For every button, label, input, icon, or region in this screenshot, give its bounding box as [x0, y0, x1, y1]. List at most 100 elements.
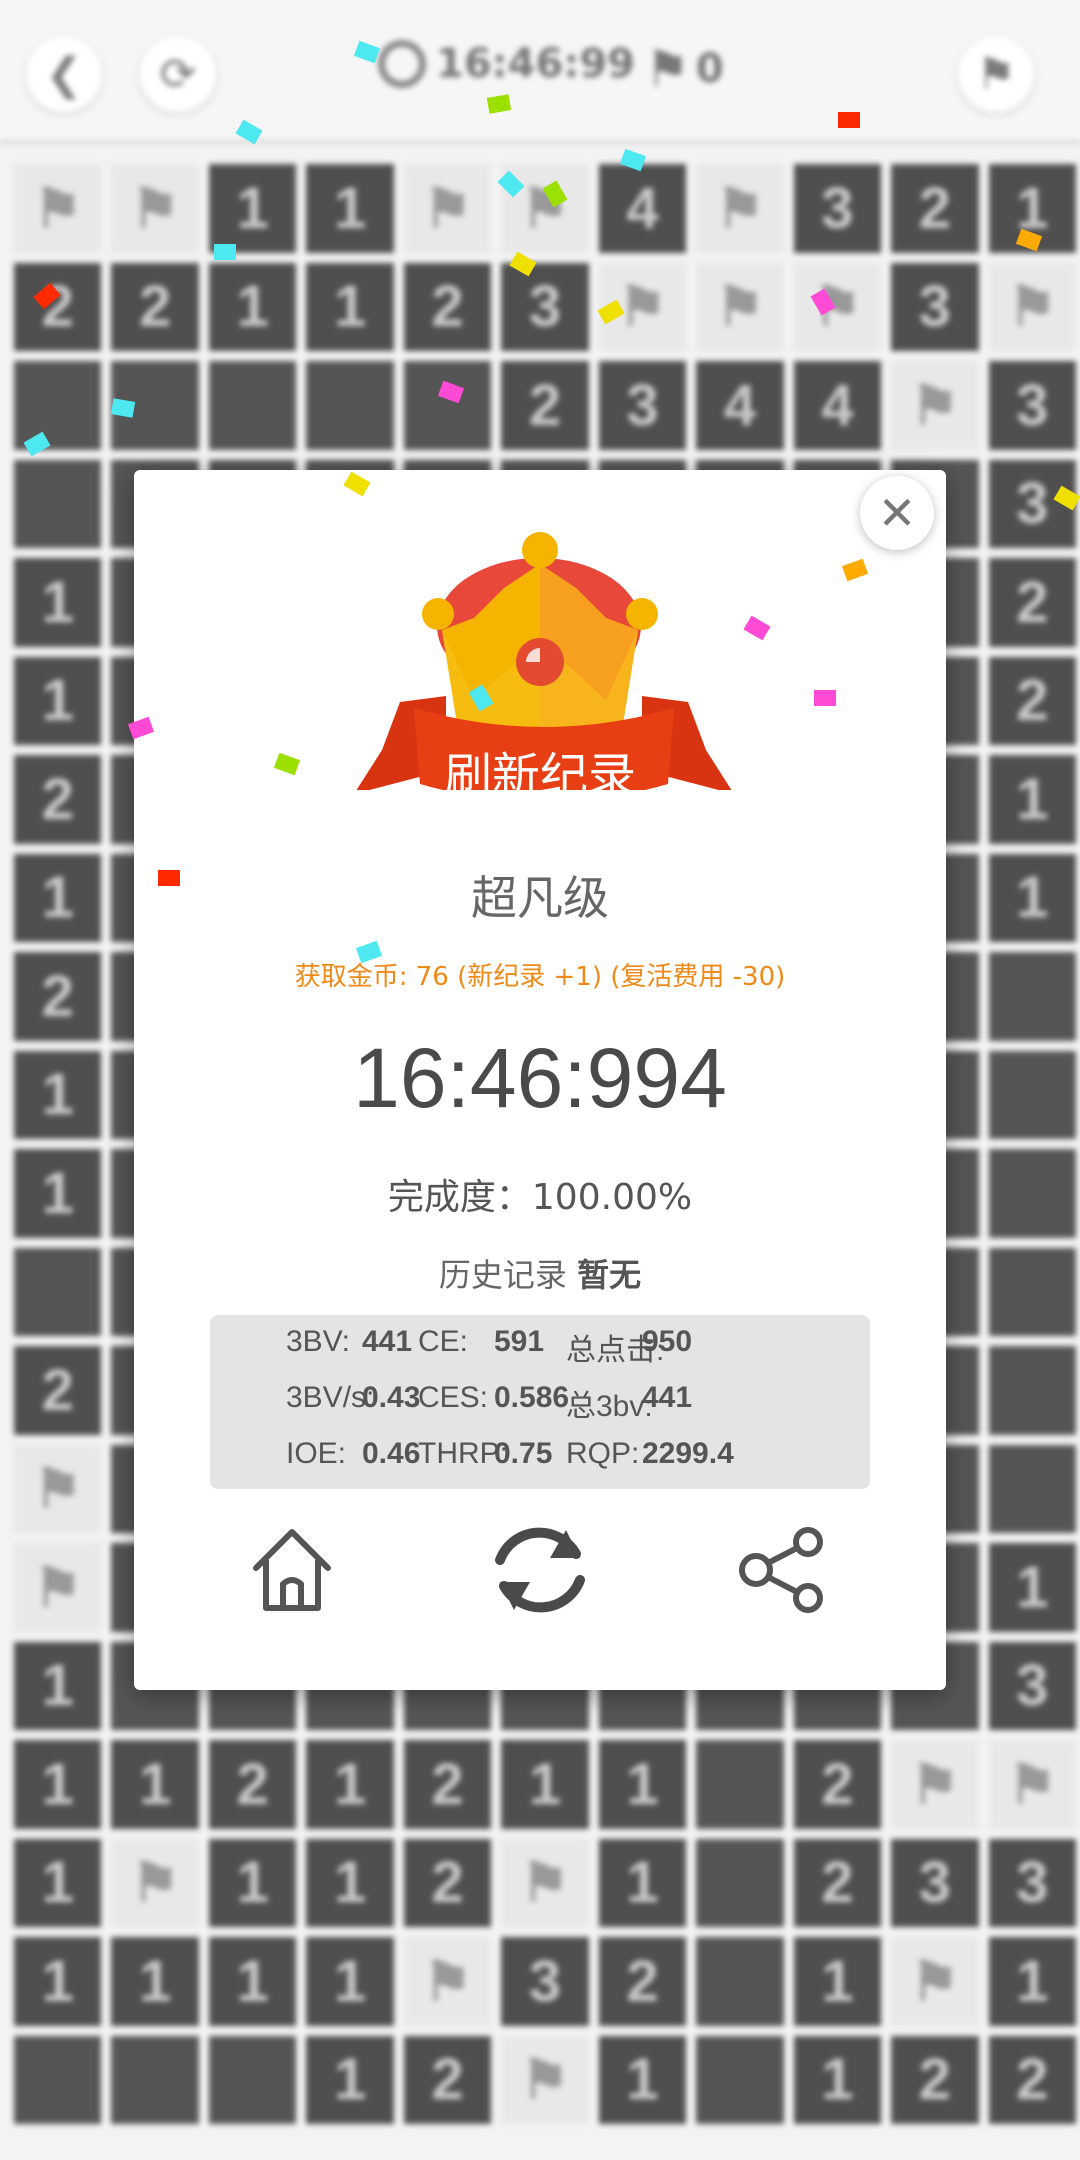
board-cell[interactable] — [403, 361, 492, 450]
board-cell[interactable]: 2 — [501, 361, 589, 450]
board-cell[interactable] — [696, 1937, 784, 2026]
board-cell[interactable] — [208, 2035, 297, 2124]
board-cell[interactable] — [208, 361, 297, 450]
board-cell[interactable] — [14, 361, 102, 450]
board-cell[interactable]: 1 — [793, 2035, 882, 2124]
board-cell[interactable]: 1 — [988, 1543, 1076, 1632]
board-cell[interactable]: 1 — [306, 1838, 394, 1927]
board-cell[interactable] — [696, 2035, 784, 2124]
board-cell[interactable] — [988, 1444, 1076, 1533]
board-cell[interactable]: 4 — [793, 361, 882, 450]
board-cell[interactable]: 2 — [988, 558, 1076, 647]
share-button[interactable] — [724, 1510, 844, 1630]
board-cell[interactable]: 2 — [403, 262, 492, 351]
board-cell[interactable]: 1 — [306, 164, 394, 253]
back-button[interactable]: ❮ — [26, 36, 102, 112]
board-cell[interactable]: 1 — [208, 1838, 297, 1927]
home-button[interactable] — [232, 1510, 352, 1630]
board-cell[interactable]: 2 — [793, 1740, 882, 1829]
board-cell[interactable] — [988, 1247, 1076, 1336]
board-cell[interactable]: 1 — [306, 262, 394, 351]
board-cell[interactable] — [988, 1346, 1076, 1435]
board-cell[interactable]: 1 — [14, 1149, 102, 1238]
board-cell[interactable]: 2 — [14, 1346, 102, 1435]
board-cell[interactable] — [696, 1740, 784, 1829]
board-cell[interactable]: 1 — [14, 1641, 102, 1730]
flagged-cell[interactable] — [501, 1838, 589, 1927]
board-cell[interactable]: 1 — [598, 1838, 687, 1927]
board-cell[interactable]: 1 — [14, 1838, 102, 1927]
flagged-cell[interactable] — [403, 1937, 492, 2026]
board-cell[interactable]: 3 — [793, 164, 882, 253]
board-cell[interactable] — [14, 2035, 102, 2124]
board-cell[interactable]: 2 — [14, 262, 102, 351]
board-cell[interactable]: 2 — [208, 1740, 297, 1829]
board-cell[interactable] — [14, 459, 102, 548]
board-cell[interactable]: 3 — [501, 262, 589, 351]
board-cell[interactable]: 1 — [14, 558, 102, 647]
board-cell[interactable]: 2 — [598, 1937, 687, 2026]
replay-button[interactable] — [480, 1510, 600, 1630]
board-cell[interactable]: 1 — [111, 1937, 199, 2026]
board-cell[interactable]: 2 — [988, 656, 1076, 745]
board-cell[interactable] — [988, 1149, 1076, 1238]
board-cell[interactable]: 2 — [111, 262, 199, 351]
board-cell[interactable] — [306, 361, 394, 450]
flag-mode-button[interactable]: ⚑ — [958, 36, 1034, 112]
board-cell[interactable]: 3 — [988, 1838, 1076, 1927]
flagged-cell[interactable] — [891, 1740, 979, 1829]
board-cell[interactable]: 1 — [14, 853, 102, 942]
board-cell[interactable]: 3 — [891, 262, 979, 351]
board-cell[interactable]: 2 — [403, 1740, 492, 1829]
flagged-cell[interactable] — [14, 1543, 102, 1632]
board-cell[interactable] — [988, 952, 1076, 1041]
board-cell[interactable]: 1 — [208, 164, 297, 253]
board-cell[interactable]: 1 — [14, 1937, 102, 2026]
board-cell[interactable]: 1 — [598, 1740, 687, 1829]
flagged-cell[interactable] — [696, 164, 784, 253]
flagged-cell[interactable] — [403, 164, 492, 253]
board-cell[interactable]: 2 — [988, 2035, 1076, 2124]
flagged-cell[interactable] — [793, 262, 882, 351]
board-cell[interactable]: 3 — [598, 361, 687, 450]
board-cell[interactable]: 1 — [988, 853, 1076, 942]
board-cell[interactable]: 3 — [501, 1937, 589, 2026]
board-cell[interactable]: 1 — [306, 1937, 394, 2026]
flagged-cell[interactable] — [111, 1838, 199, 1927]
board-cell[interactable]: 2 — [793, 1838, 882, 1927]
board-cell[interactable]: 2 — [403, 2035, 492, 2124]
flagged-cell[interactable] — [988, 262, 1076, 351]
flagged-cell[interactable] — [501, 2035, 589, 2124]
board-cell[interactable] — [696, 1838, 784, 1927]
flagged-cell[interactable] — [14, 1444, 102, 1533]
board-cell[interactable]: 1 — [306, 2035, 394, 2124]
board-cell[interactable]: 1 — [793, 1937, 882, 2026]
board-cell[interactable]: 2 — [403, 1838, 492, 1927]
board-cell[interactable]: 1 — [111, 1740, 199, 1829]
board-cell[interactable]: 4 — [696, 361, 784, 450]
board-cell[interactable]: 1 — [208, 262, 297, 351]
flagged-cell[interactable] — [891, 361, 979, 450]
flagged-cell[interactable] — [14, 164, 102, 253]
flagged-cell[interactable] — [696, 262, 784, 351]
board-cell[interactable]: 2 — [891, 2035, 979, 2124]
flagged-cell[interactable] — [891, 1937, 979, 2026]
board-cell[interactable] — [14, 1247, 102, 1336]
flagged-cell[interactable] — [988, 1740, 1076, 1829]
flagged-cell[interactable] — [111, 164, 199, 253]
board-cell[interactable]: 2 — [14, 952, 102, 1041]
board-cell[interactable]: 1 — [14, 1740, 102, 1829]
board-cell[interactable]: 3 — [891, 1838, 979, 1927]
board-cell[interactable]: 1 — [988, 1937, 1076, 2026]
board-cell[interactable]: 1 — [14, 656, 102, 745]
board-cell[interactable] — [988, 1050, 1076, 1139]
board-cell[interactable]: 1 — [208, 1937, 297, 2026]
board-cell[interactable]: 1 — [306, 1740, 394, 1829]
board-cell[interactable]: 4 — [598, 164, 687, 253]
board-cell[interactable]: 1 — [501, 1740, 589, 1829]
board-cell[interactable]: 1 — [598, 2035, 687, 2124]
board-cell[interactable]: 2 — [891, 164, 979, 253]
board-cell[interactable]: 3 — [988, 1641, 1076, 1730]
board-cell[interactable] — [111, 2035, 199, 2124]
board-cell[interactable]: 1 — [14, 1050, 102, 1139]
